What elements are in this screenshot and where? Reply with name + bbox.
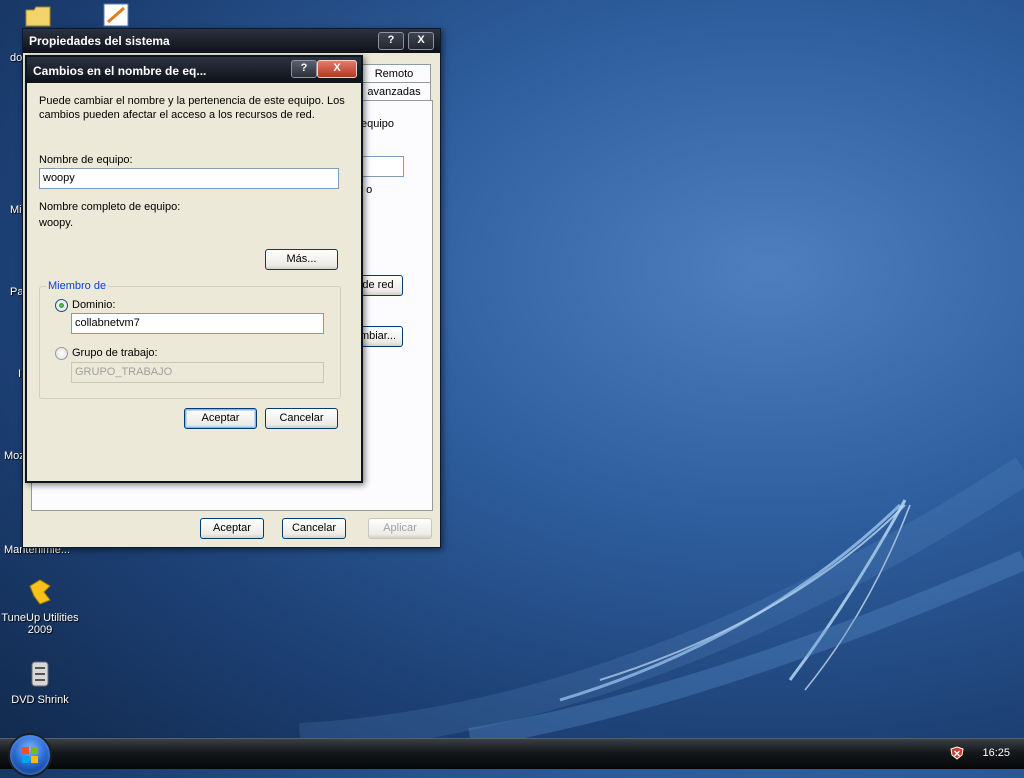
computer-name-input[interactable]: woopy [39, 168, 339, 189]
close-button[interactable]: X [317, 60, 357, 78]
clipped-field[interactable] [357, 156, 404, 177]
cancel-button[interactable]: Cancelar [265, 408, 338, 429]
domain-radio[interactable] [55, 299, 68, 312]
computer-name-label-text: Nombre de equipo: [39, 154, 133, 166]
desktop-icon-label[interactable]: I [18, 368, 21, 380]
full-name-value: woopy. [39, 217, 74, 229]
clock[interactable]: 16:25 [982, 747, 1010, 759]
start-button[interactable] [8, 733, 52, 777]
ok-button[interactable]: Aceptar [200, 518, 264, 539]
security-shield-icon[interactable] [950, 746, 964, 760]
desktop-icon-label: DVD Shrink [11, 694, 69, 706]
computer-name-label: Nombre de equipo: [39, 154, 133, 166]
workgroup-radio[interactable] [55, 347, 68, 360]
workgroup-input: GRUPO_TRABAJO [71, 362, 324, 383]
more-button[interactable]: Más... [265, 249, 338, 270]
desktop-icon-label[interactable]: do [10, 52, 22, 64]
workgroup-label[interactable]: Grupo de trabajo: [72, 347, 158, 359]
cancel-button[interactable]: Cancelar [282, 518, 346, 539]
desktop-icon-dvd-shrink[interactable]: DVD Shrink [0, 658, 80, 706]
desktop-icon-label: TuneUp Utilities 2009 [1, 612, 79, 636]
close-button[interactable]: X [408, 32, 434, 50]
dvd-shrink-icon [31, 661, 49, 687]
full-name-label: Nombre completo de equipo: [39, 201, 181, 213]
program-icon[interactable] [102, 2, 130, 28]
ok-button[interactable]: Aceptar [184, 408, 257, 429]
folder-icon[interactable] [24, 2, 52, 28]
clipped-text: equipo [361, 118, 395, 130]
window-title: Propiedades del sistema [29, 34, 170, 48]
tab-avanzadas[interactable]: avanzadas [357, 82, 431, 100]
tuneup-icon [29, 579, 51, 605]
system-tray: 16:25 [944, 739, 1024, 769]
title-bar[interactable]: Propiedades del sistema ? X [23, 29, 440, 53]
title-bar[interactable]: Cambios en el nombre de eq... ? X [27, 57, 361, 83]
dialog-title: Cambios en el nombre de eq... [33, 64, 207, 78]
taskbar: 16:25 [0, 733, 1024, 777]
description-text: Puede cambiar el nombre y la pertenencia… [39, 95, 345, 121]
member-of-label: Miembro de [46, 280, 109, 292]
apply-button: Aplicar [368, 518, 432, 539]
computer-name-dialog: Cambios en el nombre de eq... ? X Puede … [25, 55, 363, 483]
tab-remoto[interactable]: Remoto [357, 64, 431, 82]
help-button[interactable]: ? [378, 32, 404, 50]
domain-label[interactable]: Dominio: [72, 299, 115, 311]
help-button[interactable]: ? [291, 60, 317, 78]
desktop-icon-tuneup[interactable]: TuneUp Utilities 2009 [0, 576, 80, 636]
windows-logo-icon [22, 747, 38, 763]
domain-input[interactable]: collabnetvm7 [71, 313, 324, 334]
